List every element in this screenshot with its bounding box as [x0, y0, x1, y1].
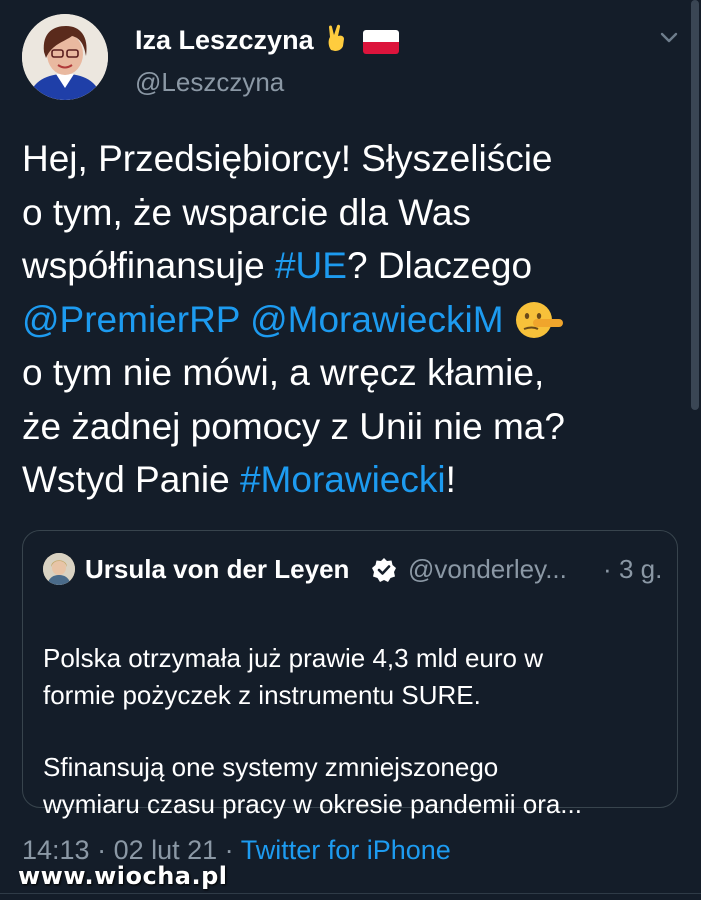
victory-hand-emoji: [325, 24, 349, 59]
tweet-line-1: Hej, Przedsiębiorcy! Słyszeliście: [22, 138, 553, 179]
quoted-timestamp[interactable]: 3 g.: [619, 553, 662, 585]
author-name[interactable]: Iza Leszczyna: [135, 24, 399, 59]
tweet-line-3-text: współfinansuje: [22, 245, 275, 286]
author-handle[interactable]: @Leszczyna: [135, 66, 284, 98]
tweet-line-4: @PremierRP @MorawieckiM: [22, 293, 682, 347]
tweet-line-3-end: ? Dlaczego: [346, 245, 533, 286]
quoted-tweet-text: Polska otrzymała już prawie 4,3 mld euro…: [43, 603, 668, 823]
tweet-line-7-text: Wstyd Panie: [22, 459, 240, 500]
tweet-line-3: współfinansuje #UE? Dlaczego: [22, 239, 682, 293]
mention-premier-link[interactable]: @PremierRP: [22, 299, 240, 340]
quoted-para2-line2: wymiaru czasu pracy w okresie pandemii o…: [43, 789, 582, 819]
footer-separator: ·: [217, 835, 241, 865]
watermark: www.wiocha.pl: [18, 862, 228, 890]
quoted-author-avatar[interactable]: [43, 553, 75, 585]
quoted-avatar-image: [43, 553, 75, 585]
author-display-name: Iza Leszczyna: [135, 25, 314, 55]
tweet-line-7: Wstyd Panie #Morawiecki!: [22, 453, 682, 507]
quoted-author-name[interactable]: Ursula von der Leyen: [85, 553, 349, 585]
divider: [0, 893, 701, 894]
quoted-para1-line1: [43, 603, 668, 640]
quoted-para1-line1-text: Polska otrzymała już prawie 4,3 mld euro…: [43, 643, 543, 673]
quoted-separator: ·: [603, 554, 612, 584]
tweet-date[interactable]: 02 lut 21: [114, 835, 218, 865]
tweet-source-link[interactable]: Twitter for iPhone: [241, 835, 451, 865]
footer-separator: ·: [89, 835, 114, 865]
tweet-text: Hej, Przedsiębiorcy! Słyszeliście o tym,…: [22, 132, 682, 507]
poland-flag-icon: [362, 29, 399, 54]
quoted-author-handle: @vonderley...: [408, 554, 567, 584]
scrollbar[interactable]: [691, 0, 699, 410]
chevron-down-icon[interactable]: [658, 26, 680, 48]
quoted-para1-line2: formie pożyczek z instrumentu SURE.: [43, 680, 481, 710]
lying-face-emoji: [514, 300, 566, 340]
tweet-line-6: że żadnej pomocy z Unii nie ma?: [22, 405, 565, 447]
tweet-time[interactable]: 14:13: [22, 835, 90, 865]
verified-badge-icon: [372, 558, 396, 582]
quoted-para2-line1: Sfinansują one systemy zmniejszonego: [43, 752, 499, 782]
hashtag-morawiecki-link[interactable]: #Morawiecki: [240, 459, 446, 500]
mention-morawiecki-link[interactable]: @MorawieckiM: [250, 299, 503, 340]
hashtag-ue-link[interactable]: #UE: [275, 245, 347, 286]
tweet-screenshot: Iza Leszczyna @Leszczyna Hej, Przedsiębi…: [0, 0, 701, 900]
tweet-line-5: o tym nie mówi, a wręcz kłamie,: [22, 352, 545, 393]
poland-flag-icon: [43, 610, 77, 632]
tweet-line-7-end: !: [445, 459, 456, 500]
tweet-line-2: o tym, że wsparcie dla Was: [22, 191, 471, 233]
author-avatar-image: [22, 14, 108, 100]
quoted-tweet-card[interactable]: Ursula von der Leyen @vonderley... · 3 g…: [22, 530, 678, 819]
author-avatar[interactable]: [22, 14, 108, 100]
